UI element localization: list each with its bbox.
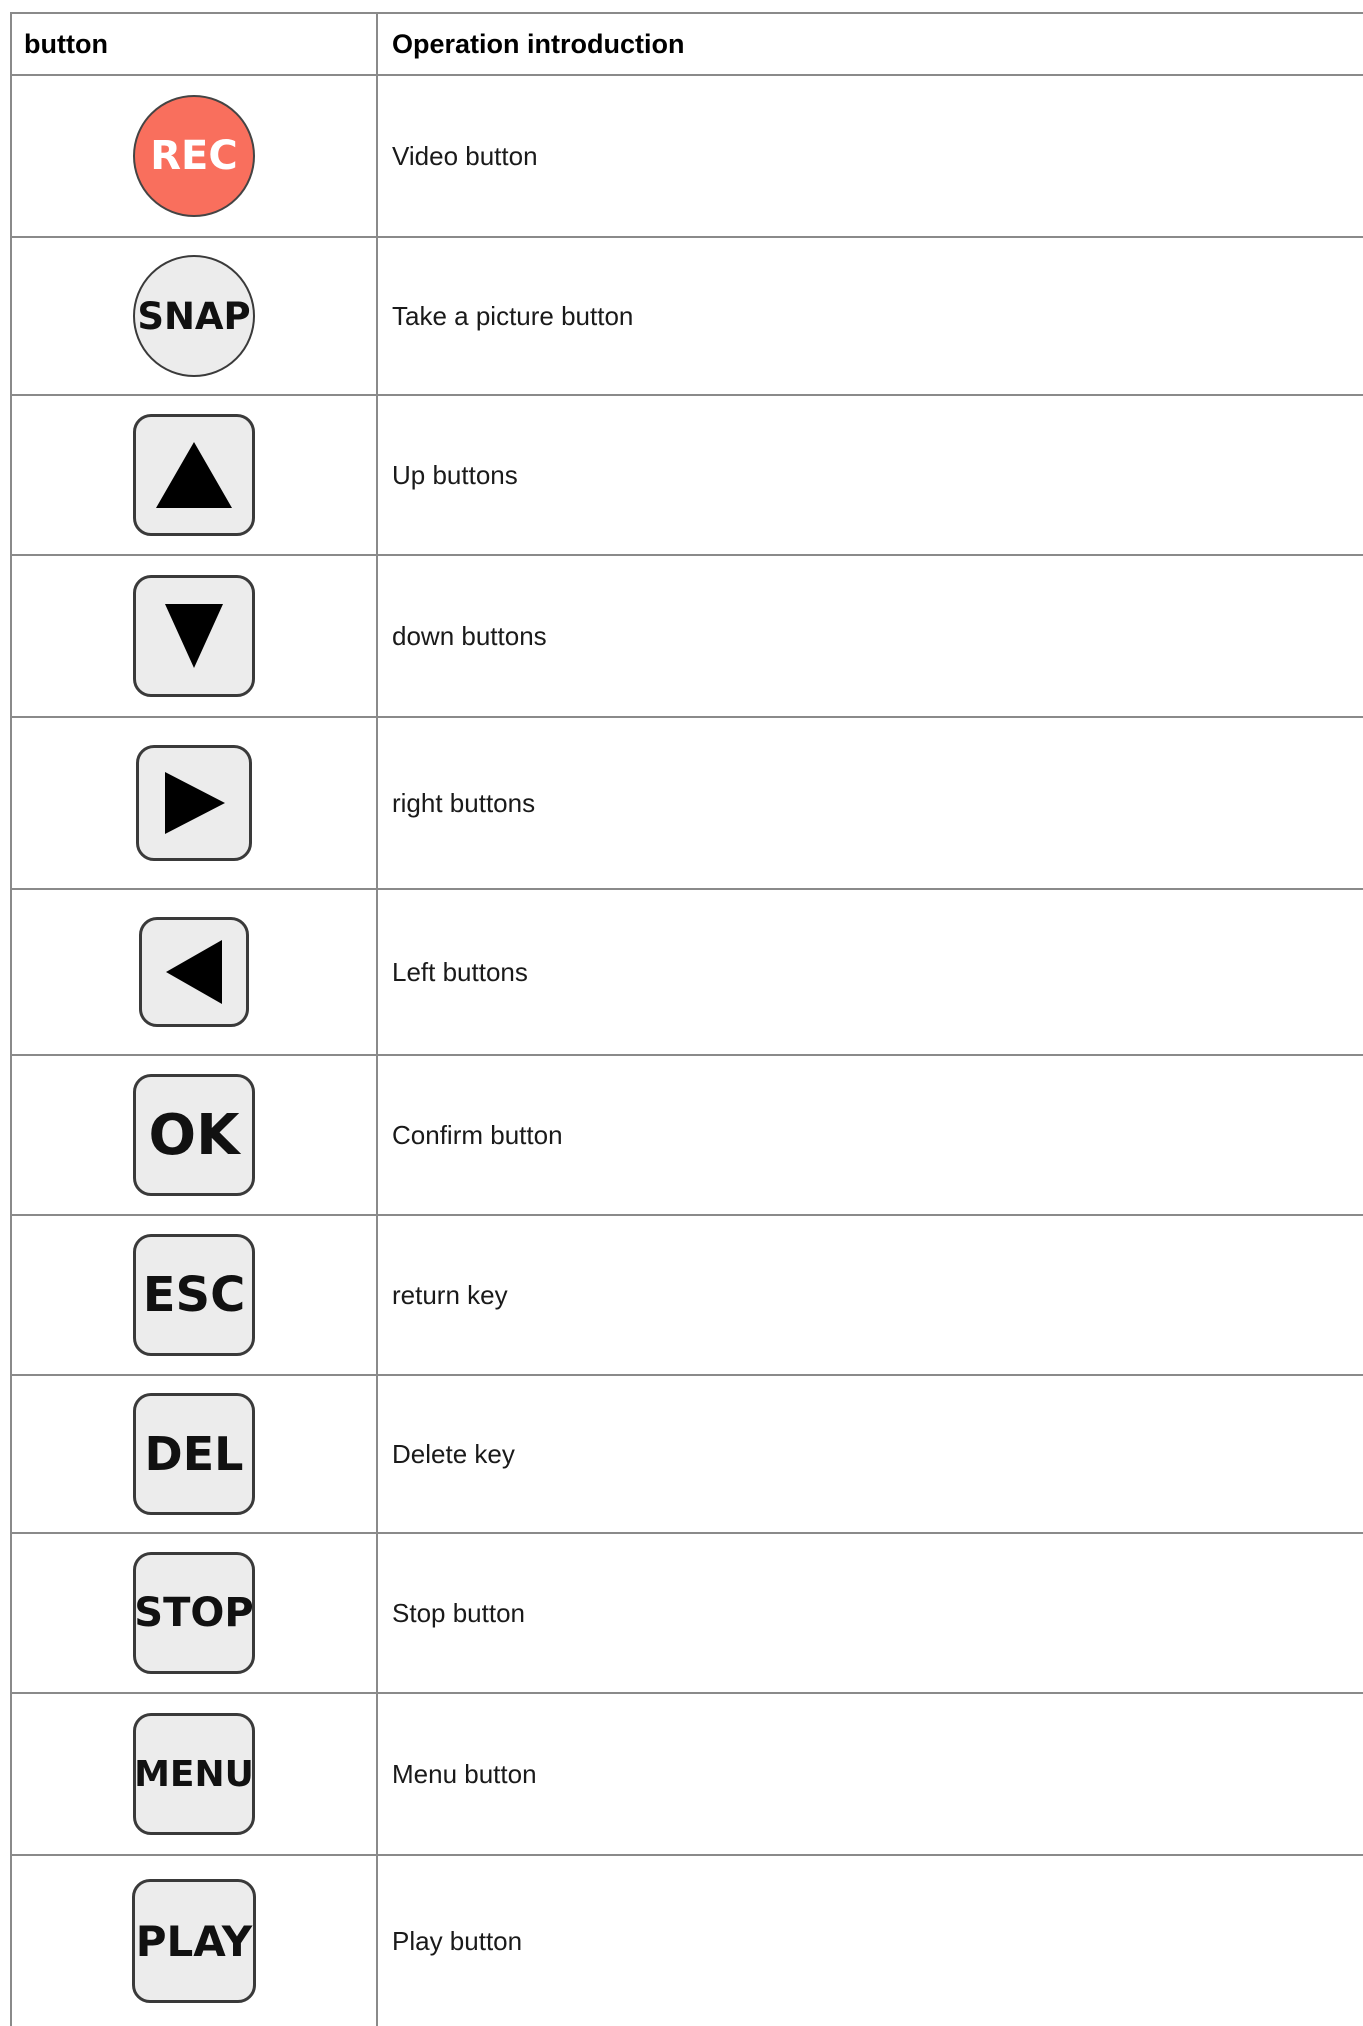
table-row: STOP Stop button (12, 1534, 1363, 1694)
button-cell: DEL (12, 1376, 378, 1532)
left-arrow-icon (139, 917, 249, 1027)
table-row: DEL Delete key (12, 1376, 1363, 1534)
table-row: PLAY Play button (12, 1856, 1363, 2026)
description-cell: Menu button (392, 1758, 537, 1789)
esc-icon: ESC (133, 1234, 255, 1356)
button-cell: MENU (12, 1694, 378, 1854)
button-cell: PLAY (12, 1856, 378, 2026)
snap-icon: SNAP (133, 255, 255, 377)
table-row: OK Confirm button (12, 1056, 1363, 1216)
right-arrow-icon (136, 745, 252, 861)
table-row: Up buttons (12, 396, 1363, 556)
description-cell: Left buttons (392, 956, 528, 987)
button-cell: SNAP (12, 238, 378, 394)
header-operation: Operation introduction (392, 28, 685, 59)
button-cell (12, 396, 378, 554)
button-cell: ESC (12, 1216, 378, 1374)
stop-icon: STOP (133, 1552, 255, 1674)
table-row: REC Video button (12, 76, 1363, 238)
rec-icon: REC (133, 95, 255, 217)
button-cell: REC (12, 76, 378, 236)
table-row: SNAP Take a picture button (12, 238, 1363, 396)
description-cell: Confirm button (392, 1119, 563, 1150)
table-row: ESC return key (12, 1216, 1363, 1376)
table-row: right buttons (12, 718, 1363, 890)
description-cell: right buttons (392, 787, 536, 818)
del-icon: DEL (133, 1393, 255, 1515)
description-cell: Stop button (392, 1597, 525, 1628)
button-cell (12, 556, 378, 716)
play-icon: PLAY (132, 1879, 256, 2003)
description-cell: Take a picture button (392, 300, 634, 331)
description-cell: down buttons (392, 620, 547, 651)
button-cell (12, 890, 378, 1054)
button-cell: OK (12, 1056, 378, 1214)
table-row: MENU Menu button (12, 1694, 1363, 1856)
button-table: button Operation introduction REC Video … (10, 12, 1363, 2026)
ok-icon: OK (133, 1074, 255, 1196)
down-arrow-icon (133, 575, 255, 697)
button-cell: STOP (12, 1534, 378, 1692)
header-button: button (12, 14, 378, 74)
table-row: down buttons (12, 556, 1363, 718)
description-cell: Video button (392, 140, 538, 171)
button-cell (12, 718, 378, 888)
menu-icon: MENU (133, 1713, 255, 1835)
description-cell: return key (392, 1279, 508, 1310)
description-cell: Delete key (392, 1438, 515, 1469)
description-cell: Up buttons (392, 459, 518, 490)
description-cell: Play button (392, 1925, 523, 1956)
table-header-row: button Operation introduction (12, 14, 1363, 76)
up-arrow-icon (133, 414, 255, 536)
table-row: Left buttons (12, 890, 1363, 1056)
